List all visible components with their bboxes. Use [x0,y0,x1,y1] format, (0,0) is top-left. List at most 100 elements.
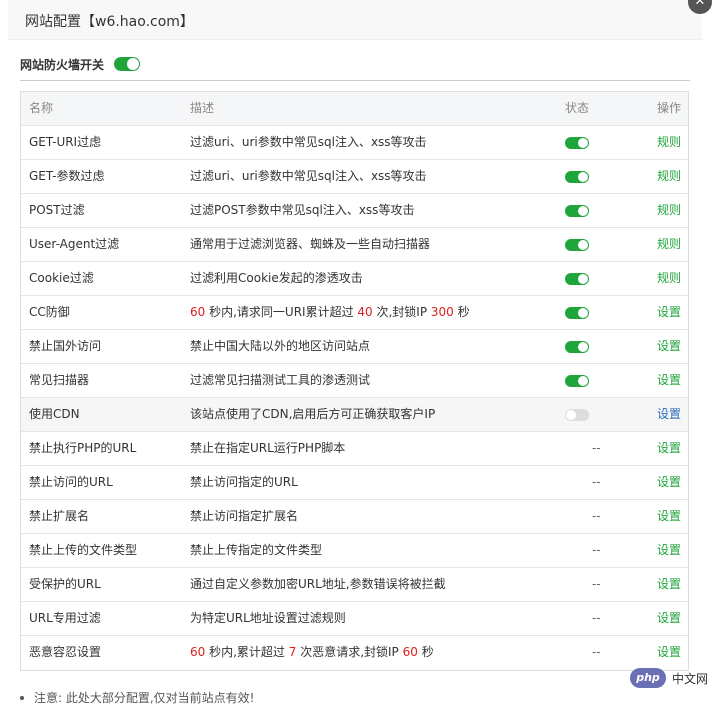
status-toggle[interactable] [565,408,589,421]
table-row: GET-参数过虑 过滤uri、uri参数中常见sql注入、xss等攻击 规则 [21,160,688,194]
rule-desc: 过滤POST参数中常见sql注入、xss等攻击 [190,203,415,217]
table-header: 名称 描述 状态 操作 [21,92,688,126]
status-dash: -- [592,441,601,455]
toggle-knob [578,375,588,386]
rule-name: 禁止扩展名 [29,509,90,523]
header-name: 名称 [29,101,54,115]
note: 注意: 此处大部分配置,仅对当前站点有效! [20,689,254,706]
rule-desc-text: 秒 [417,645,434,659]
rule-desc: 禁止访问指定扩展名 [190,509,299,523]
rules-link[interactable]: 规则 [657,160,681,193]
table-row: 禁止上传的文件类型 禁止上传指定的文件类型 -- 设置 [21,534,688,568]
rule-desc: 过滤常见扫描测试工具的渗透测试 [190,373,371,387]
rule-name: 常见扫描器 [29,373,90,387]
status-toggle[interactable] [565,136,589,149]
rule-desc: 60 秒内,累计超过 7 次恶意请求,封锁IP 60 秒 [190,636,434,669]
dialog-title: 网站配置【w6.hao.com】 [25,14,194,30]
settings-link[interactable]: 设置 [657,500,681,533]
watermark: php 中文网 [630,668,708,688]
rule-name: 禁止访问的URL [29,475,113,489]
rule-name: CC防御 [29,305,70,319]
divider [20,80,690,81]
settings-link[interactable]: 设置 [657,432,681,465]
table-row: Cookie过滤 过滤利用Cookie发起的渗透攻击 规则 [21,262,688,296]
rule-desc: 通常用于过滤浏览器、蜘蛛及一些自动扫描器 [190,237,431,251]
rule-name: GET-参数过虑 [29,169,105,183]
rules-link[interactable]: 规则 [657,194,681,227]
rules-link[interactable]: 规则 [657,126,681,159]
toggle-knob [578,273,588,284]
status-toggle[interactable] [565,340,589,353]
status-dash: -- [592,577,601,591]
status-toggle[interactable] [565,306,589,319]
settings-link[interactable]: 设置 [657,466,681,499]
rule-name: 禁止国外访问 [29,339,102,353]
status-dash: -- [592,611,601,625]
status-dash: -- [592,475,601,489]
table-row: POST过滤 过滤POST参数中常见sql注入、xss等攻击 规则 [21,194,688,228]
dialog-titlebar: 网站配置【w6.hao.com】 [8,0,702,40]
php-logo: php [630,668,666,688]
table-row: 使用CDN 该站点使用了CDN,启用后方可正确获取客户IP 设置 [21,398,688,432]
toggle-knob [578,137,588,148]
status-toggle[interactable] [565,272,589,285]
rule-name: 使用CDN [29,407,80,421]
table-row: 禁止执行PHP的URL 禁止在指定URL运行PHP脚本 -- 设置 [21,432,688,466]
rule-desc-text: 秒内,请求同一URI累计超过 [205,305,358,319]
toggle-knob [578,341,588,352]
toggle-knob [578,171,588,182]
rules-link[interactable]: 规则 [657,228,681,261]
settings-link[interactable]: 设置 [657,296,681,329]
rule-desc: 通过自定义参数加密URL地址,参数错误将被拦截 [190,577,446,591]
status-toggle[interactable] [565,238,589,251]
master-switch-toggle[interactable] [114,57,141,71]
status-toggle[interactable] [565,374,589,387]
rule-desc: 为特定URL地址设置过滤规则 [190,611,346,625]
rule-desc-value: 60 [402,645,418,659]
status-dash: -- [592,645,601,659]
master-switch-label: 网站防火墙开关 [20,57,105,72]
settings-link[interactable]: 设置 [657,330,681,363]
rule-desc-text: 次恶意请求,封锁IP [296,645,403,659]
rule-name: 禁止执行PHP的URL [29,441,137,455]
watermark-text: 中文网 [672,671,709,686]
status-toggle[interactable] [565,204,589,217]
header-desc: 描述 [190,101,215,115]
toggle-knob [578,239,588,250]
status-cell [565,296,605,329]
rules-link[interactable]: 规则 [657,262,681,295]
settings-link[interactable]: 设置 [657,534,681,567]
rule-name: Cookie过滤 [29,271,94,285]
toggle-knob [578,205,588,216]
status-cell [565,194,605,227]
status-toggle[interactable] [565,170,589,183]
rule-name: 受保护的URL [29,577,101,591]
settings-link[interactable]: 设置 [657,568,681,601]
table-row: CC防御 60 秒内,请求同一URI累计超过 40 次,封锁IP 300 秒 设置 [21,296,688,330]
settings-link[interactable]: 设置 [657,602,681,635]
table-row: 恶意容忍设置 60 秒内,累计超过 7 次恶意请求,封锁IP 60 秒 -- 设置 [21,636,688,670]
rule-name: User-Agent过滤 [29,237,120,251]
rule-name: 恶意容忍设置 [29,645,102,659]
status-cell [565,398,605,431]
settings-link[interactable]: 设置 [657,398,681,431]
rule-desc-value: 40 [357,305,373,319]
rule-desc: 60 秒内,请求同一URI累计超过 40 次,封锁IP 300 秒 [190,296,470,329]
status-cell [565,228,605,261]
firewall-master-switch: 网站防火墙开关 [20,55,141,73]
rule-desc-text: 秒 [453,305,470,319]
rule-desc: 该站点使用了CDN,启用后方可正确获取客户IP [190,407,436,421]
rule-name: 禁止上传的文件类型 [29,543,138,557]
settings-link[interactable]: 设置 [657,364,681,397]
note-bullet [20,695,24,700]
rule-desc-value: 60 [190,305,206,319]
settings-link[interactable]: 设置 [657,636,681,669]
table-row: GET-URI过虑 过滤uri、uri参数中常见sql注入、xss等攻击 规则 [21,126,688,160]
table-row: URL专用过滤 为特定URL地址设置过滤规则 -- 设置 [21,602,688,636]
toggle-knob [578,307,588,318]
rule-desc: 过滤利用Cookie发起的渗透攻击 [190,271,363,285]
rule-name: POST过滤 [29,203,85,217]
table-row: 常见扫描器 过滤常见扫描测试工具的渗透测试 设置 [21,364,688,398]
header-op: 操作 [657,101,682,115]
toggle-knob [566,409,576,420]
